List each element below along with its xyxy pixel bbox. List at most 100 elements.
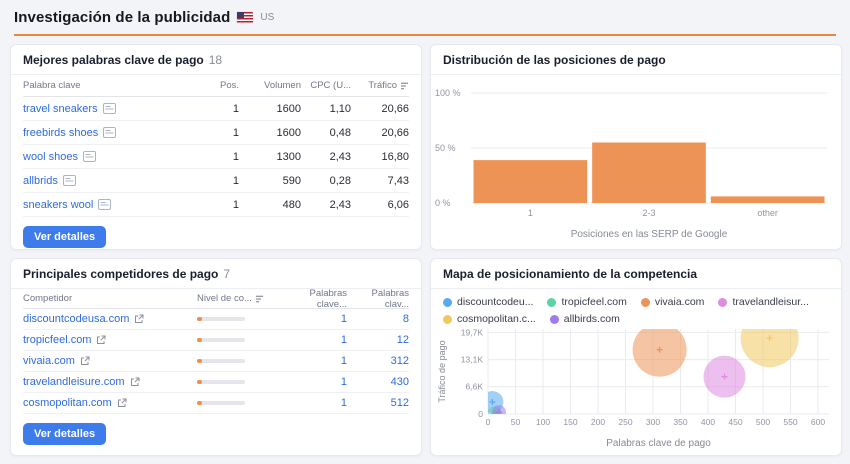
table-row: wool shoes 1 1300 2,43 16,80	[23, 145, 409, 169]
svg-text:50 %: 50 %	[435, 143, 456, 153]
legend-dot-icon	[547, 298, 556, 307]
keyword-volume: 480	[239, 199, 301, 211]
external-link-icon[interactable]	[96, 335, 106, 345]
col-pos: Pos.	[203, 80, 239, 91]
sort-icon	[400, 82, 409, 90]
card-title-positions: Distribución de las posiciones de pago	[443, 53, 666, 67]
legend-item[interactable]: cosmopolitan.c...	[443, 313, 536, 325]
keyword-link[interactable]: allbrids	[23, 175, 58, 187]
paid-positions-card: Distribución de las posiciones de pago 0…	[430, 44, 842, 250]
competitor-link[interactable]: cosmopolitan.com	[23, 397, 112, 409]
col-volumen: Volumen	[239, 80, 301, 91]
dashboard-grid: Mejores palabras clave de pago 18 Palabr…	[0, 36, 850, 456]
legend-item[interactable]: discountcodeu...	[443, 296, 533, 308]
legend-dot-icon	[443, 315, 452, 324]
table-row: tropicfeel.com 1 12	[23, 330, 409, 351]
competitor-link[interactable]: travelandleisure.com	[23, 376, 125, 388]
map-legend: discountcodeu... tropicfeel.com vivaia.c…	[431, 289, 841, 325]
svg-text:250: 250	[618, 417, 632, 427]
positioning-bubble-chart: 05010015020025030035040045050055060006,6…	[431, 325, 841, 449]
table-row: vivaia.com 1 312	[23, 351, 409, 372]
keyword-volume: 1600	[239, 103, 301, 115]
paid-keywords-link[interactable]: 430	[391, 376, 409, 388]
keyword-pos: 1	[203, 199, 239, 211]
col-competidor: Competidor	[23, 293, 197, 304]
external-link-icon[interactable]	[130, 377, 140, 387]
legend-item[interactable]: tropicfeel.com	[547, 296, 626, 308]
us-flag-icon	[237, 12, 253, 23]
svg-text:200: 200	[591, 417, 605, 427]
keyword-traffic: 20,66	[351, 127, 409, 139]
keyword-traffic: 6,06	[351, 199, 409, 211]
svg-text:300: 300	[646, 417, 660, 427]
legend-dot-icon	[718, 298, 727, 307]
serp-snippet-icon[interactable]	[103, 127, 116, 138]
keyword-pos: 1	[203, 103, 239, 115]
serp-snippet-icon[interactable]	[83, 151, 96, 162]
ver-detalles-button-keywords[interactable]: Ver detalles	[23, 226, 106, 248]
competitor-link[interactable]: vivaia.com	[23, 355, 75, 367]
advertising-research-page: Investigación de la publicidad US Mejore…	[0, 0, 850, 464]
col-trafico[interactable]: Tráfico	[351, 80, 409, 91]
keywords-table-header: Palabra clave Pos. Volumen CPC (U... Trá…	[23, 75, 409, 97]
keyword-cpc: 1,10	[301, 103, 351, 115]
keyword-cpc: 2,43	[301, 199, 351, 211]
svg-text:100: 100	[536, 417, 550, 427]
svg-text:13,1K: 13,1K	[461, 355, 484, 365]
competitors-table-header: Competidor Nivel de co... Palabras clave…	[23, 289, 409, 309]
svg-text:other: other	[757, 208, 778, 218]
keyword-traffic: 20,66	[351, 103, 409, 115]
keyword-cpc: 0,48	[301, 127, 351, 139]
external-link-icon[interactable]	[117, 398, 127, 408]
external-link-icon[interactable]	[80, 356, 90, 366]
svg-text:Tráfico de pago: Tráfico de pago	[437, 340, 447, 402]
keywords-table: Palabra clave Pos. Volumen CPC (U... Trá…	[11, 75, 421, 217]
col-palabras-pago: Palabras clav...	[347, 288, 409, 310]
svg-text:0: 0	[478, 409, 483, 419]
svg-text:Palabras clave de pago: Palabras clave de pago	[606, 438, 711, 449]
external-link-icon[interactable]	[134, 314, 144, 324]
paid-keywords-link[interactable]: 312	[391, 355, 409, 367]
keyword-link[interactable]: travel sneakers	[23, 103, 98, 115]
competition-level-bar	[197, 359, 285, 363]
svg-text:350: 350	[673, 417, 687, 427]
keyword-volume: 1300	[239, 151, 301, 163]
table-row: freebirds shoes 1 1600 0,48 20,66	[23, 121, 409, 145]
col-nivel-competencia[interactable]: Nivel de co...	[197, 293, 285, 304]
serp-snippet-icon[interactable]	[98, 199, 111, 210]
keyword-pos: 1	[203, 151, 239, 163]
competitors-table: Competidor Nivel de co... Palabras clave…	[11, 289, 421, 414]
legend-item[interactable]: vivaia.com	[641, 296, 705, 308]
competitor-link[interactable]: tropicfeel.com	[23, 334, 91, 346]
keyword-link[interactable]: sneakers wool	[23, 199, 93, 211]
card-title-map: Mapa de posicionamiento de la competenci…	[443, 267, 697, 281]
page-title: Investigación de la publicidad	[14, 9, 230, 26]
legend-dot-icon	[550, 315, 559, 324]
svg-text:Posiciones en las SERP de Goog: Posiciones en las SERP de Google	[571, 229, 728, 240]
legend-item[interactable]: travelandleisur...	[718, 296, 808, 308]
country-label: US	[260, 12, 274, 23]
serp-snippet-icon[interactable]	[63, 175, 76, 186]
serp-snippet-icon[interactable]	[103, 103, 116, 114]
sort-icon	[255, 295, 264, 303]
svg-text:19,7K: 19,7K	[461, 327, 484, 337]
paid-keywords-link[interactable]: 8	[403, 313, 409, 325]
legend-item[interactable]: allbirds.com	[550, 313, 620, 325]
positions-bar-chart: 0 %50 %100 %12-3otherPosiciones en las S…	[431, 75, 841, 249]
paid-keywords-link[interactable]: 512	[391, 397, 409, 409]
svg-text:550: 550	[783, 417, 797, 427]
keyword-link[interactable]: wool shoes	[23, 151, 78, 163]
keyword-cpc: 0,28	[301, 175, 351, 187]
ver-detalles-button-competitors[interactable]: Ver detalles	[23, 423, 106, 445]
paid-keywords-link[interactable]: 12	[397, 334, 409, 346]
svg-text:150: 150	[563, 417, 577, 427]
table-row: travelandleisure.com 1 430	[23, 372, 409, 393]
competitor-link[interactable]: discountcodeusa.com	[23, 313, 129, 325]
table-row: sneakers wool 1 480 2,43 6,06	[23, 193, 409, 217]
svg-text:450: 450	[728, 417, 742, 427]
keyword-volume: 1600	[239, 127, 301, 139]
keyword-cpc: 2,43	[301, 151, 351, 163]
keyword-traffic: 7,43	[351, 175, 409, 187]
keyword-link[interactable]: freebirds shoes	[23, 127, 98, 139]
svg-text:1: 1	[528, 208, 533, 218]
